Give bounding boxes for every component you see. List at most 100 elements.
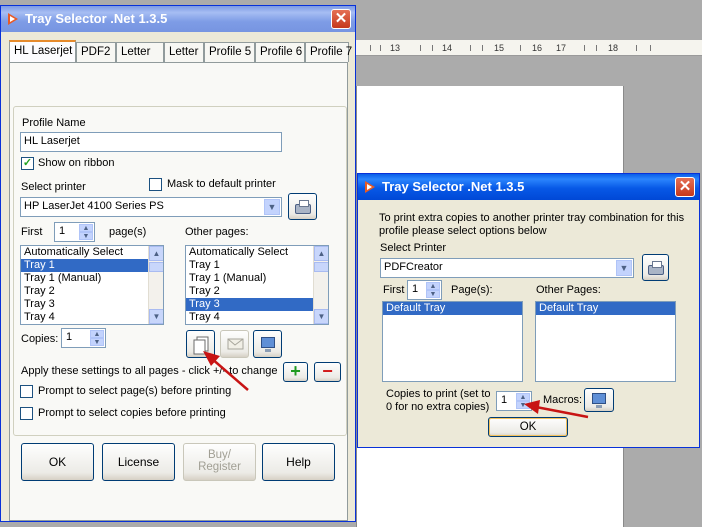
dialog-description-line1: To print extra copies to another printer… <box>379 212 685 224</box>
close-button[interactable]: ✕ <box>331 9 351 29</box>
first-label: First <box>21 226 43 238</box>
list-item[interactable]: Tray 2 <box>186 285 328 298</box>
ruler-number: 16 <box>532 43 543 53</box>
copies-to-print-label: Copies to print (set to <box>386 388 491 400</box>
scroll-thumb[interactable] <box>149 262 163 272</box>
spin-up-icon[interactable]: ▲ <box>426 282 440 290</box>
chevron-down-icon[interactable]: ▼ <box>616 260 632 276</box>
dialog-titlebar[interactable]: Tray Selector .Net 1.3.5 ✕ <box>358 174 699 200</box>
tab-profile-5[interactable]: Profile 5 <box>204 42 255 62</box>
tab-hl-laserjet[interactable]: HL Laserjet <box>9 40 76 62</box>
list-item[interactable]: Automatically Select <box>21 246 163 259</box>
spin-down-icon[interactable]: ▼ <box>79 232 93 240</box>
list-item[interactable]: Tray 3 <box>186 298 328 311</box>
select-printer-label: Select Printer <box>380 242 447 254</box>
tab-pdf2[interactable]: PDF2 <box>76 42 116 62</box>
tab-letter-2[interactable]: Letter <box>164 42 204 62</box>
copies-dialog: Tray Selector .Net 1.3.5 ✕ To print extr… <box>357 173 700 448</box>
copies-stepper[interactable]: 1 ▲ ▼ <box>61 328 106 348</box>
email-button[interactable] <box>220 330 249 358</box>
list-scrollbar[interactable]: ▲ ▼ <box>148 246 163 324</box>
chevron-down-icon[interactable]: ▼ <box>264 199 280 215</box>
list-item[interactable]: Automatically Select <box>186 246 328 259</box>
dialog-ok-button[interactable]: OK <box>488 417 568 437</box>
add-button[interactable]: + <box>283 362 308 382</box>
dialog-macros-button[interactable] <box>584 388 614 412</box>
monitor-icon <box>260 337 275 352</box>
dialog-description-line2: profile please select options below <box>379 225 547 237</box>
printer-properties-button[interactable] <box>288 193 317 220</box>
tab-profile-7[interactable]: Profile 7 <box>305 42 352 62</box>
spin-down-icon[interactable]: ▼ <box>426 290 440 298</box>
prompt-pages-checkbox[interactable] <box>20 385 33 398</box>
prompt-copies-checkbox[interactable] <box>20 407 33 420</box>
tab-profile-6[interactable]: Profile 6 <box>255 42 305 62</box>
license-button[interactable]: License <box>102 443 175 481</box>
printer-icon <box>647 260 664 275</box>
spin-up-icon[interactable]: ▲ <box>90 330 104 338</box>
envelope-icon <box>227 338 244 350</box>
spin-up-icon[interactable]: ▲ <box>516 393 530 401</box>
prompt-copies-label: Prompt to select copies before printing <box>38 407 226 419</box>
list-item[interactable]: Default Tray <box>383 302 522 315</box>
main-titlebar[interactable]: Tray Selector .Net 1.3.5 ✕ <box>1 6 355 32</box>
tab-letter[interactable]: Letter <box>116 42 164 62</box>
ruler-number: 18 <box>608 43 619 53</box>
dialog-other-tray-list[interactable]: Default Tray <box>535 301 676 382</box>
show-on-ribbon-checkbox[interactable]: ✓ <box>21 157 34 170</box>
main-window: Tray Selector .Net 1.3.5 ✕ HL Laserjet P… <box>0 5 356 522</box>
spin-down-icon[interactable]: ▼ <box>90 338 104 346</box>
buy-register-button[interactable]: Buy/ Register <box>183 443 256 481</box>
dialog-first-stepper[interactable]: 1 ▲ ▼ <box>407 280 442 300</box>
list-item[interactable]: Tray 1 (Manual) <box>186 272 328 285</box>
remove-button[interactable]: − <box>314 362 341 382</box>
dialog-printer-select[interactable]: PDFCreator ▼ <box>380 258 634 278</box>
list-item[interactable]: Default Tray <box>536 302 675 315</box>
list-item[interactable]: Tray 1 (Manual) <box>21 272 163 285</box>
scroll-up-icon[interactable]: ▲ <box>149 246 163 261</box>
spin-up-icon[interactable]: ▲ <box>79 224 93 232</box>
copies-label: Copies: <box>21 333 59 345</box>
list-item[interactable]: Tray 3 <box>21 298 163 311</box>
extra-copies-button[interactable] <box>186 330 215 358</box>
profile-name-input[interactable]: HL Laserjet <box>20 132 282 152</box>
scroll-down-icon[interactable]: ▼ <box>314 309 328 324</box>
mask-default-label: Mask to default printer <box>167 178 276 190</box>
scroll-up-icon[interactable]: ▲ <box>314 246 328 261</box>
ruler-number: 13 <box>390 43 401 53</box>
list-item[interactable]: Tray 2 <box>21 285 163 298</box>
mask-default-checkbox[interactable] <box>149 178 162 191</box>
scroll-down-icon[interactable]: ▼ <box>149 309 163 324</box>
scroll-thumb[interactable] <box>314 262 328 272</box>
register-label: Register <box>198 461 241 473</box>
other-tray-list[interactable]: Automatically Select Tray 1 Tray 1 (Manu… <box>185 245 329 325</box>
printer-select-value: HP LaserJet 4100 Series PS <box>24 200 164 212</box>
show-on-ribbon-label: Show on ribbon <box>38 157 115 169</box>
help-button[interactable]: Help <box>262 443 335 481</box>
first-pages-stepper[interactable]: 1 ▲ ▼ <box>54 222 95 242</box>
app-arrow-icon <box>365 181 375 193</box>
list-item[interactable]: Tray 1 <box>186 259 328 272</box>
dialog-title: Tray Selector .Net 1.3.5 <box>382 179 525 194</box>
macros-label: Macros: <box>543 394 583 406</box>
spin-down-icon[interactable]: ▼ <box>516 401 530 409</box>
ruler-number: 17 <box>556 43 567 53</box>
printer-select[interactable]: HP LaserJet 4100 Series PS ▼ <box>20 197 282 217</box>
list-item[interactable]: Tray 4 <box>186 311 328 324</box>
list-item[interactable]: Tray 1 <box>21 259 163 272</box>
close-button[interactable]: ✕ <box>675 177 695 197</box>
pages-label: page(s) <box>109 226 147 238</box>
list-scrollbar[interactable]: ▲ ▼ <box>313 246 328 324</box>
dialog-first-label: First <box>383 284 405 296</box>
macros-button[interactable] <box>253 330 282 358</box>
apply-all-pages-label: Apply these settings to all pages - clic… <box>21 365 278 377</box>
first-tray-list[interactable]: Automatically Select Tray 1 Tray 1 (Manu… <box>20 245 164 325</box>
dialog-first-tray-list[interactable]: Default Tray <box>382 301 523 382</box>
dialog-printer-properties-button[interactable] <box>642 254 669 281</box>
ok-button[interactable]: OK <box>21 443 94 481</box>
list-item[interactable]: Tray 4 <box>21 311 163 324</box>
profile-name-label: Profile Name <box>22 117 86 129</box>
prompt-pages-label: Prompt to select page(s) before printing <box>38 385 232 397</box>
dialog-copies-stepper[interactable]: 1 ▲ ▼ <box>496 391 532 411</box>
window-title: Tray Selector .Net 1.3.5 <box>25 11 168 26</box>
